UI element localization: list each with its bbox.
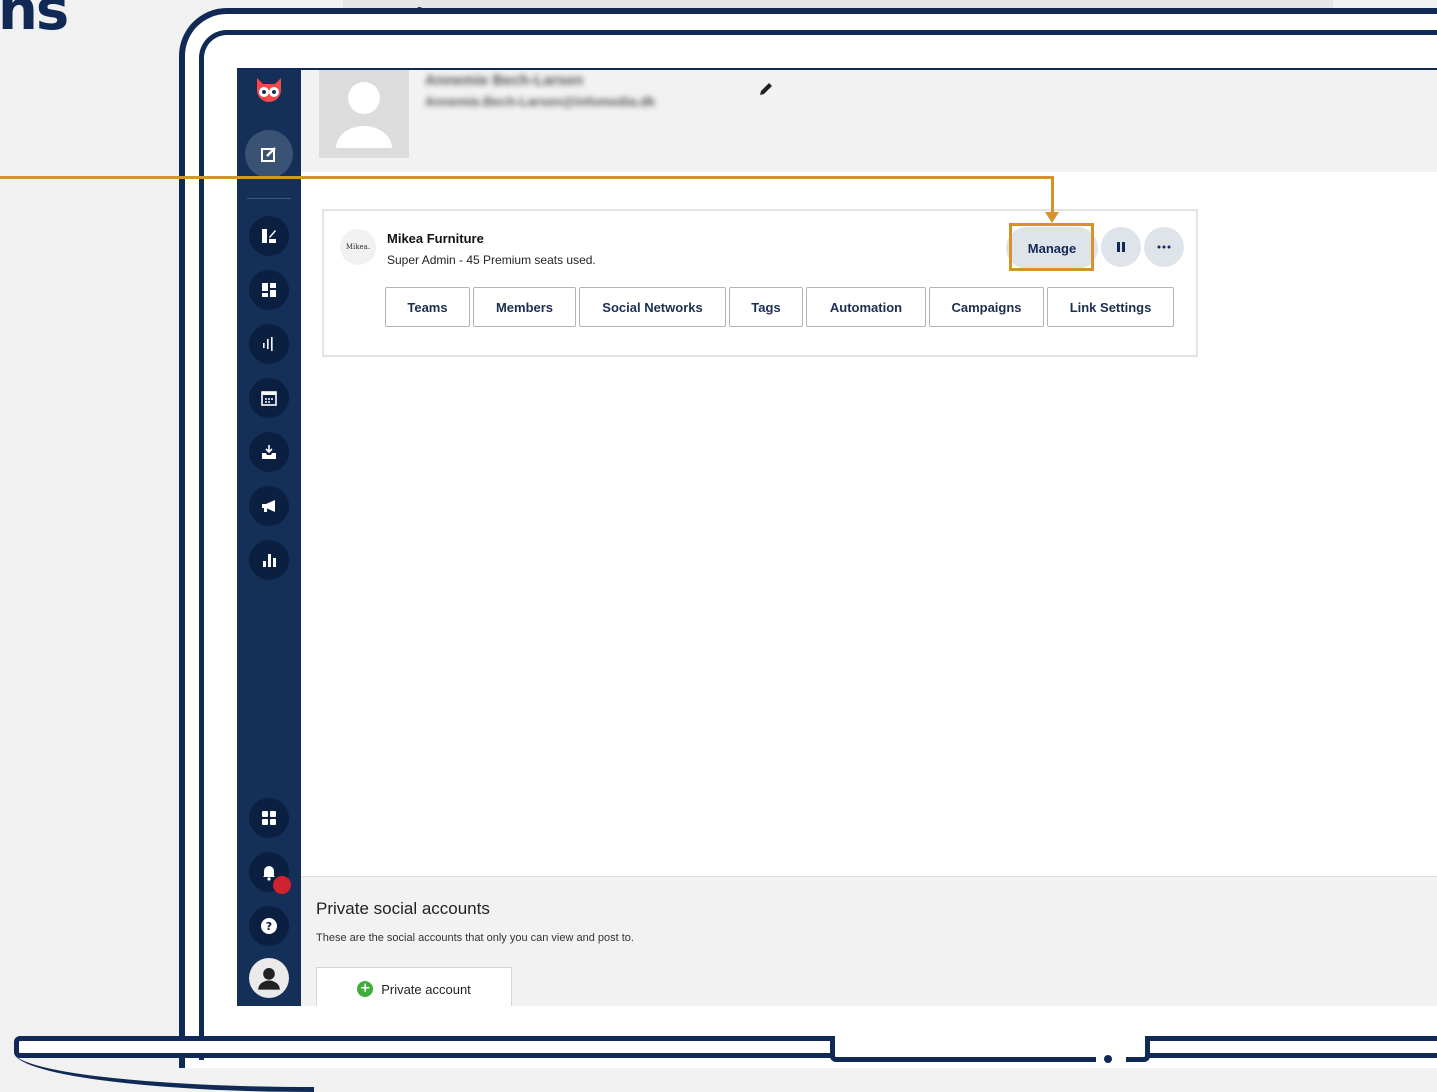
add-private-account-label: Private account	[381, 981, 471, 997]
sidebar: ?	[237, 70, 301, 1006]
streams-icon	[262, 229, 276, 243]
page-heading-fragment: ns	[0, 0, 69, 43]
organization-subtitle: Super Admin - 45 Premium seats used.	[387, 253, 596, 267]
sidebar-item-streams[interactable]	[249, 216, 289, 256]
inbox-icon	[262, 445, 276, 459]
callout-line-horizontal	[0, 176, 1054, 179]
organization-logo: Mikea.	[340, 229, 376, 265]
compose-icon	[261, 147, 276, 162]
organization-tabs: Teams Members Social Networks Tags Autom…	[385, 287, 1174, 327]
laptop-camera-dot	[416, 7, 423, 14]
callout-arrow-icon	[1045, 212, 1059, 223]
callout-highlight-box	[1009, 223, 1094, 271]
tab-social-networks[interactable]: Social Networks	[579, 287, 726, 327]
notification-badge	[273, 876, 291, 894]
tab-members[interactable]: Members	[473, 287, 576, 327]
laptop-top-line-right	[438, 8, 1437, 13]
sidebar-item-analytics[interactable]	[249, 324, 289, 364]
calendar-icon	[261, 391, 277, 406]
sidebar-item-campaigns[interactable]	[249, 486, 289, 526]
megaphone-icon	[262, 500, 275, 512]
more-options-button[interactable]	[1144, 227, 1184, 267]
sidebar-item-profile[interactable]	[249, 958, 289, 998]
tab-teams[interactable]: Teams	[385, 287, 470, 327]
dashboard-icon	[262, 283, 276, 297]
apps-icon	[262, 811, 276, 825]
tab-tags[interactable]: Tags	[729, 287, 803, 327]
sidebar-item-reports[interactable]	[249, 540, 289, 580]
pause-button[interactable]	[1101, 227, 1141, 267]
owl-logo-icon[interactable]	[249, 72, 289, 108]
sidebar-item-calendar[interactable]	[249, 378, 289, 418]
laptop-base	[14, 1036, 1437, 1058]
sidebar-item-dashboard[interactable]	[249, 270, 289, 310]
plus-circle-icon: +	[357, 981, 374, 997]
callout-line-vertical	[1051, 176, 1054, 214]
app-screen: ? Annemie Bech-Larsen Annemie.Bech-Larse…	[237, 68, 1437, 1006]
section-title: Private social accounts	[316, 899, 490, 918]
analytics-bars-icon	[263, 337, 273, 351]
avatar-placeholder-icon	[336, 82, 392, 148]
private-accounts-section: Private social accounts These are the so…	[301, 876, 1437, 1006]
profile-email: Annemie.Bech-Larsen@infomedia.dk	[425, 94, 656, 109]
add-private-account-button[interactable]: + Private account	[316, 967, 512, 1006]
help-icon: ?	[261, 918, 277, 934]
compose-button[interactable]	[245, 130, 293, 178]
avatar	[319, 70, 409, 158]
pause-icon	[1117, 242, 1125, 252]
laptop-top-line-left	[343, 8, 405, 13]
sidebar-item-apps[interactable]	[249, 798, 289, 838]
organization-name: Mikea Furniture	[387, 231, 484, 246]
section-description: These are the social accounts that only …	[316, 932, 634, 944]
profile-name: Annemie Bech-Larsen	[425, 72, 584, 89]
sidebar-item-help[interactable]: ?	[249, 906, 289, 946]
laptop-base-curve	[14, 1052, 314, 1092]
svg-text:?: ?	[266, 920, 272, 933]
reports-icon	[263, 554, 276, 567]
ellipsis-icon	[1157, 245, 1171, 249]
laptop-base-dot	[1104, 1055, 1112, 1063]
sidebar-divider	[247, 198, 291, 199]
edit-pencil-icon[interactable]	[757, 80, 775, 98]
tab-link-settings[interactable]: Link Settings	[1047, 287, 1174, 327]
tab-automation[interactable]: Automation	[806, 287, 926, 327]
user-icon	[258, 968, 280, 990]
sidebar-item-inbox[interactable]	[249, 432, 289, 472]
tab-campaigns[interactable]: Campaigns	[929, 287, 1044, 327]
profile-header: Annemie Bech-Larsen Annemie.Bech-Larsen@…	[301, 70, 1437, 172]
